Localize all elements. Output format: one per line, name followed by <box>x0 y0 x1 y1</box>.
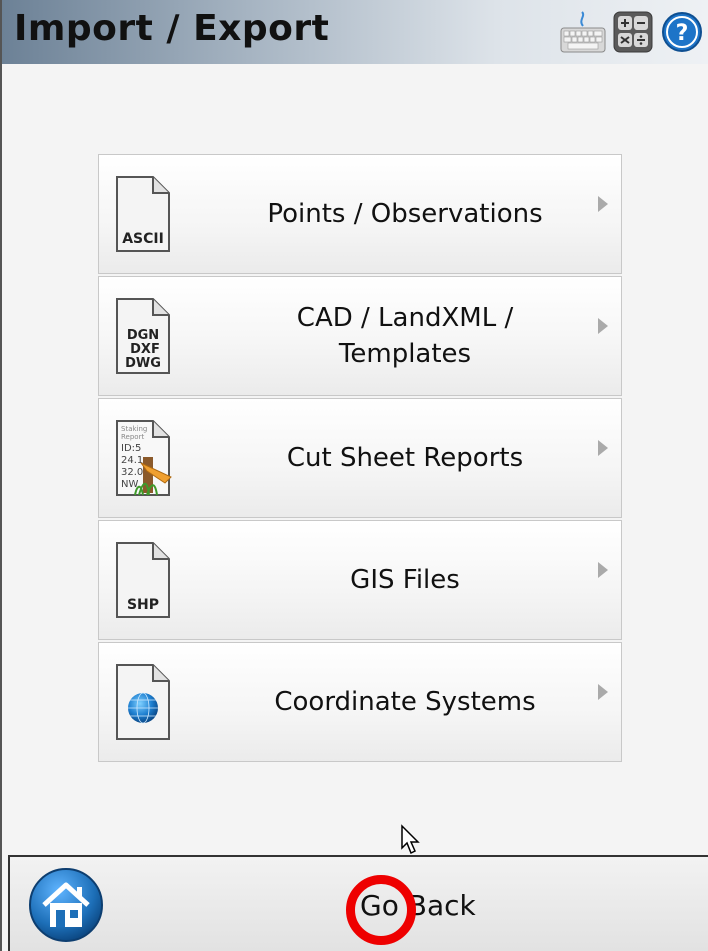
chevron-right-icon <box>598 684 608 700</box>
menu-item-label: GIS Files <box>350 564 460 595</box>
report-file-icon: Staking Report ID:5 24.1 32.0 NW <box>116 420 172 496</box>
go-back-button[interactable]: Go Back <box>310 867 510 947</box>
globe-file-icon <box>116 664 170 740</box>
title-bar: Import / Export ? <box>2 0 708 64</box>
menu-item-label: Cut Sheet Reports <box>286 442 524 473</box>
svg-text:NW: NW <box>121 479 138 490</box>
menu-item-coordinate-systems[interactable]: Coordinate Systems <box>98 642 622 762</box>
svg-text:Staking: Staking <box>121 425 147 433</box>
ascii-file-icon: ASCII <box>116 176 170 252</box>
menu-item-points-observations[interactable]: ASCII Points / Observations <box>98 154 622 274</box>
svg-text:DXF: DXF <box>130 342 160 357</box>
chevron-right-icon <box>598 562 608 578</box>
cad-file-icon: DGN DXF DWG <box>116 298 170 374</box>
svg-text:?: ? <box>676 21 689 46</box>
page-title: Import / Export <box>14 8 330 49</box>
menu-item-label: Points / Observations <box>267 198 543 229</box>
menu-item-cut-sheet-reports[interactable]: Staking Report ID:5 24.1 32.0 NW Cut She… <box>98 398 622 518</box>
menu-item-gis-files[interactable]: SHP GIS Files <box>98 520 622 640</box>
svg-text:ASCII: ASCII <box>122 231 164 247</box>
svg-text:DWG: DWG <box>125 356 161 371</box>
chevron-right-icon <box>598 196 608 212</box>
chevron-right-icon <box>598 318 608 334</box>
svg-text:DGN: DGN <box>127 328 159 343</box>
footer-bar: Go Back <box>8 855 708 951</box>
svg-text:24.1: 24.1 <box>121 455 143 466</box>
menu-item-label: CAD / LandXML / Templates <box>296 302 514 369</box>
svg-text:Report: Report <box>121 433 144 441</box>
svg-text:SHP: SHP <box>127 597 159 613</box>
app-window: Import / Export ? ASCII Points / Observa… <box>0 0 708 951</box>
calculator-icon[interactable] <box>612 10 654 54</box>
menu-item-cad-landxml-templates[interactable]: DGN DXF DWG CAD / LandXML / Templates <box>98 276 622 396</box>
svg-text:32.0: 32.0 <box>121 467 143 478</box>
go-back-label: Go Back <box>360 889 476 922</box>
chevron-right-icon <box>598 440 608 456</box>
home-button[interactable] <box>26 865 106 945</box>
keyboard-icon[interactable] <box>560 10 606 54</box>
import-export-menu: ASCII Points / Observations DGN DXF DWG … <box>98 154 624 764</box>
shp-file-icon: SHP <box>116 542 170 618</box>
svg-text:ID:5: ID:5 <box>121 443 141 454</box>
mouse-cursor-icon <box>401 824 420 855</box>
menu-item-label: Coordinate Systems <box>274 686 536 717</box>
help-icon[interactable]: ? <box>660 10 704 54</box>
